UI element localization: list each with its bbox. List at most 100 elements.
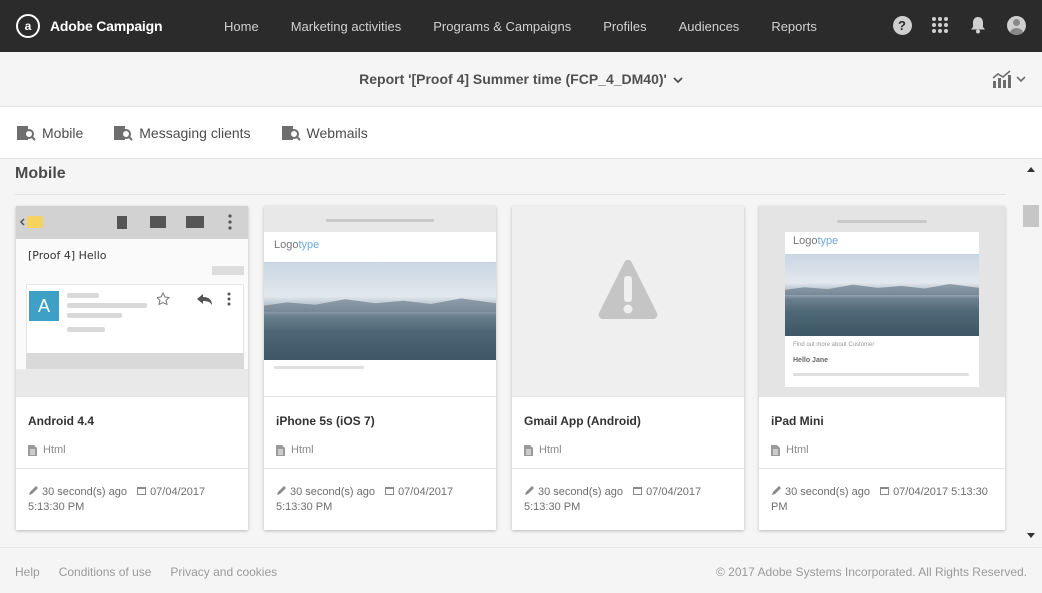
top-navigation-bar: a Adobe Campaign Home Marketing activiti…: [0, 0, 1042, 52]
device-search-icon: [281, 125, 301, 141]
proof-thumbnail: [Proof 4] Hello A: [16, 206, 248, 397]
landscape-image: [264, 262, 496, 360]
scroll-up-arrow-icon[interactable]: [1027, 167, 1035, 172]
apps-grid-icon[interactable]: [930, 14, 950, 36]
modified-ago: 30 second(s) ago: [785, 486, 870, 498]
proof-card-android[interactable]: [Proof 4] Hello A Android 4.4 Html 30 se…: [16, 206, 248, 530]
thumb-logotype: Logotype: [793, 235, 839, 247]
app-name: Adobe Campaign: [50, 18, 163, 34]
android-bottom-bar: [26, 353, 244, 369]
modified-ago: 30 second(s) ago: [42, 486, 127, 498]
proof-content-type: Html: [771, 444, 809, 456]
calendar-icon: [633, 487, 643, 495]
pencil-icon: [525, 486, 534, 495]
adobe-campaign-logo-icon: a: [16, 14, 40, 38]
proof-content-type: Html: [28, 444, 66, 456]
proof-thumbnail: [512, 206, 744, 397]
chevron-down-icon: [1016, 75, 1026, 82]
thumb-link-text: Find out more about Customer: [793, 342, 875, 348]
proof-thumbnail: Logotype Find out more about Customer He…: [759, 206, 1005, 397]
card-divider: [16, 468, 248, 469]
label-chip: [212, 266, 244, 275]
report-header: Report '[Proof 4] Summer time (FCP_4_DM4…: [0, 52, 1042, 107]
chart-menu-button[interactable]: [992, 70, 1026, 88]
proof-thumbnail: Logotype: [264, 206, 496, 397]
tab-messaging-clients[interactable]: Messaging clients: [113, 124, 251, 142]
thumb-logotype: Logotype: [274, 239, 320, 251]
section-title: Mobile: [15, 165, 66, 182]
calendar-icon: [880, 487, 890, 495]
modified-ago: 30 second(s) ago: [290, 486, 375, 498]
nav-profiles[interactable]: Profiles: [603, 19, 646, 34]
brand[interactable]: a Adobe Campaign: [16, 14, 224, 38]
nav-programs-campaigns[interactable]: Programs & Campaigns: [433, 19, 571, 34]
footer: Help Conditions of use Privacy and cooki…: [0, 547, 1042, 593]
calendar-icon: [385, 487, 395, 495]
thumb-subject: [Proof 4] Hello: [28, 249, 107, 262]
report-title: Report '[Proof 4] Summer time (FCP_4_DM4…: [359, 71, 667, 87]
proof-device-name: Android 4.4: [28, 414, 95, 428]
tab-mobile[interactable]: Mobile: [16, 124, 83, 142]
notifications-bell-icon[interactable]: [968, 14, 988, 36]
nav-marketing-activities[interactable]: Marketing activities: [291, 19, 402, 34]
proof-metadata: 30 second(s) ago 07/04/2017 5:13:30 PM: [771, 485, 1003, 515]
section-divider: [15, 194, 1006, 195]
proof-metadata: 30 second(s) ago 07/04/2017 5:13:30 PM: [524, 485, 736, 515]
ipad-email-preview: Logotype Find out more about Customer He…: [785, 232, 979, 387]
android-toolbar: [16, 206, 248, 239]
card-divider: [759, 468, 1005, 469]
proof-content-type: Html: [524, 444, 562, 456]
pencil-icon: [29, 486, 38, 495]
proof-device-name: iPhone 5s (iOS 7): [276, 414, 375, 428]
nav-home[interactable]: Home: [224, 19, 259, 34]
proof-card-ipad-mini[interactable]: Logotype Find out more about Customer He…: [759, 206, 1005, 530]
pencil-icon: [772, 486, 781, 495]
help-icon[interactable]: ?: [892, 14, 912, 36]
top-icons: ?: [874, 14, 1026, 36]
proof-content-type: Html: [276, 444, 314, 456]
scroll-down-arrow-icon[interactable]: [1027, 533, 1035, 538]
proof-card-iphone[interactable]: Logotype iPhone 5s (iOS 7) Html 30 secon…: [264, 206, 496, 530]
modified-ago: 30 second(s) ago: [538, 486, 623, 498]
proof-metadata: 30 second(s) ago 07/04/2017 5:13:30 PM: [276, 485, 488, 515]
chart-icon: [992, 70, 1011, 88]
device-search-icon: [114, 125, 133, 141]
footer-help-link[interactable]: Help: [15, 565, 40, 579]
document-icon: [28, 444, 37, 456]
proof-type-label: Html: [43, 444, 66, 456]
scroll-thumb[interactable]: [1023, 205, 1039, 227]
footer-copyright: © 2017 Adobe Systems Incorporated. All R…: [715, 565, 1027, 579]
proof-device-name: Gmail App (Android): [524, 414, 641, 428]
footer-conditions-link[interactable]: Conditions of use: [59, 565, 152, 579]
tab-label: Webmails: [306, 124, 368, 141]
proof-card-gmail-app[interactable]: Gmail App (Android) Html 30 second(s) ag…: [512, 206, 744, 530]
landscape-image: [785, 254, 979, 336]
proof-device-name: iPad Mini: [771, 414, 824, 428]
sender-avatar: A: [29, 291, 59, 321]
chevron-down-icon: [673, 75, 683, 87]
footer-privacy-link[interactable]: Privacy and cookies: [170, 565, 277, 579]
tab-label: Mobile: [42, 124, 84, 141]
thumb-greeting: Hello Jane: [793, 357, 829, 364]
user-avatar-icon[interactable]: [1006, 14, 1026, 36]
vertical-scrollbar[interactable]: [1020, 159, 1042, 547]
pencil-icon: [277, 486, 286, 495]
report-title-dropdown[interactable]: Report '[Proof 4] Summer time (FCP_4_DM4…: [359, 71, 683, 87]
android-mail-body: [Proof 4] Hello A: [16, 239, 248, 369]
tab-label: Messaging clients: [139, 124, 251, 141]
document-icon: [771, 444, 780, 456]
tab-webmails[interactable]: Webmails: [281, 124, 368, 142]
document-icon: [524, 444, 533, 456]
proof-metadata: 30 second(s) ago 07/04/2017 5:13:30 PM: [28, 485, 240, 515]
proof-type-label: Html: [291, 444, 314, 456]
proof-content-area: Mobile [Proof 4] Hello A Android 4.4 Htm…: [0, 159, 1020, 547]
device-search-icon: [17, 125, 36, 141]
document-icon: [276, 444, 285, 456]
main-nav: Home Marketing activities Programs & Cam…: [224, 19, 849, 34]
nav-audiences[interactable]: Audiences: [679, 19, 740, 34]
footer-links: Help Conditions of use Privacy and cooki…: [15, 565, 277, 579]
nav-reports[interactable]: Reports: [771, 19, 817, 34]
proof-type-label: Html: [539, 444, 562, 456]
warning-icon: [598, 260, 658, 319]
proof-type-label: Html: [786, 444, 809, 456]
